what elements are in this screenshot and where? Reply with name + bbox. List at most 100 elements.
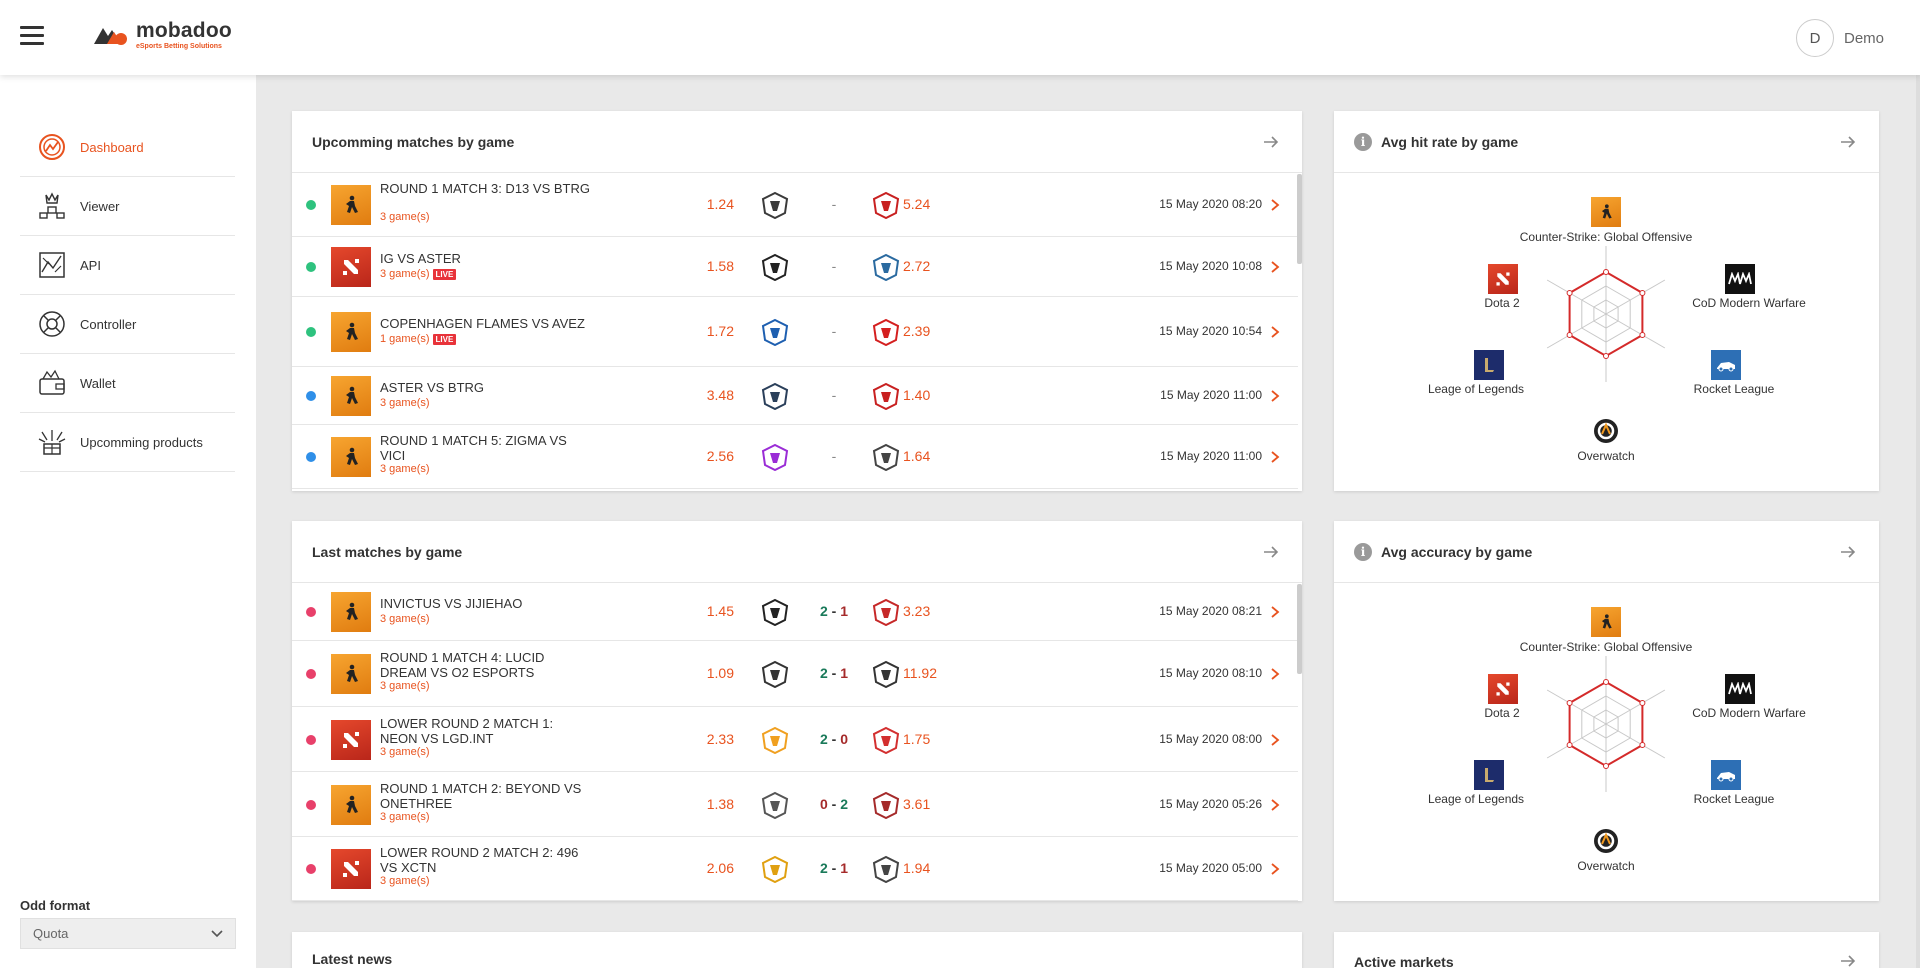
user-menu[interactable]: D Demo [1795, 19, 1884, 57]
sidebar-item-wallet[interactable]: Wallet [20, 354, 235, 413]
arrow-right-icon[interactable] [1839, 133, 1857, 151]
status-dot [306, 327, 316, 337]
accuracy-radar: Counter-Strike: Global Offensive CoD Mode… [1334, 584, 1879, 899]
arrow-right-icon[interactable] [1839, 952, 1857, 968]
team-home-logo-icon [757, 725, 793, 755]
table-row[interactable]: INVICTUS VS JIJIEHAO 3 game(s) 1.45 2 - 1 3.… [292, 583, 1298, 641]
chevron-right-icon[interactable] [1270, 606, 1280, 618]
odd-away[interactable]: 11.92 [903, 665, 963, 681]
csgo-icon [1591, 607, 1621, 637]
match-name: ROUND 1 MATCH 5: ZIGMA VS VICI [380, 433, 567, 463]
match-name: ROUND 1 MATCH 2: BEYOND VS ONETHREE [380, 780, 582, 811]
brand-logo[interactable]: mobadoo eSports Betting Solutions [92, 20, 232, 50]
overwatch-icon [1591, 826, 1621, 856]
status-dot [306, 607, 316, 617]
odd-home[interactable]: 3.48 [684, 387, 734, 403]
odd-away[interactable]: 1.75 [903, 731, 963, 747]
radar-label: Counter-Strike: Global Offensive [1519, 230, 1693, 244]
info-icon[interactable]: i [1354, 132, 1372, 151]
odd-away[interactable]: 3.23 [903, 603, 963, 619]
chevron-right-icon[interactable] [1270, 390, 1280, 402]
sidebar-item-api[interactable]: API [20, 236, 235, 295]
chevron-right-icon[interactable] [1270, 863, 1280, 875]
chevron-right-icon[interactable] [1270, 326, 1280, 338]
upcoming-products-icon [36, 426, 68, 458]
sidebar-item-label: Upcomming products [80, 434, 203, 450]
table-row[interactable]: COPENHAGEN FLAMES VS AVEZ 1 game(s) LIVE 1.… [292, 297, 1298, 367]
table-row[interactable]: LOWER ROUND 2 MATCH 2: 496 VS XCTN 3 game… [292, 837, 1298, 901]
radar-label: Rocket League [1693, 792, 1775, 806]
match-date: 15 May 2020 11:00 [1160, 388, 1262, 402]
sidebar-item-viewer[interactable]: Viewer [20, 177, 235, 236]
table-row[interactable]: IG VS ASTER 3 game(s) LIVE 1.58 - 2.72 15 May … [292, 237, 1298, 297]
hit-rate-radar: Counter-Strike: Global Offensive CoD Mode… [1334, 174, 1879, 489]
odd-away[interactable]: 3.61 [903, 796, 963, 812]
radar-label: Dota 2 [1484, 706, 1520, 720]
radar-spoke [1605, 689, 1666, 725]
odd-home[interactable]: 2.56 [684, 448, 734, 464]
dota-2-icon [1488, 674, 1518, 704]
rocket-league-icon [1711, 760, 1741, 790]
odd-away[interactable]: 1.64 [903, 448, 963, 464]
latest-news-panel: Latest news [292, 932, 1302, 968]
table-row[interactable]: LOWER ROUND 2 MATCH 1: NEON VS LGD.INT 3 … [292, 707, 1298, 772]
chevron-right-icon[interactable] [1270, 451, 1280, 463]
avatar[interactable]: D [1795, 19, 1834, 57]
odd-home[interactable]: 1.58 [684, 258, 734, 274]
chevron-right-icon[interactable] [1270, 798, 1280, 811]
table-row[interactable]: ROUND 1 MATCH 2: BEYOND VS ONETHREE 3 gam… [292, 772, 1298, 837]
panel-title: Last matches by game [312, 543, 463, 560]
odd-away[interactable]: 1.94 [903, 860, 963, 876]
odd-home[interactable]: 1.09 [684, 665, 734, 681]
dota-2-icon [331, 719, 371, 760]
radar-label: Counter-Strike: Global Offensive [1519, 640, 1693, 654]
arrow-right-icon[interactable] [1262, 543, 1280, 561]
match-games: 3 game(s) [380, 211, 430, 223]
page-scrollbar[interactable] [1916, 75, 1920, 968]
table-row[interactable]: ROUND 1 MATCH 3: D13 VS BTRG 3 game(s) 1.2… [292, 173, 1298, 237]
scrollbar[interactable] [1297, 174, 1302, 264]
odd-format-select[interactable]: Quota [20, 918, 236, 949]
sidebar-item-controller[interactable]: Controller [20, 295, 235, 354]
odd-away[interactable]: 2.39 [903, 323, 963, 339]
radar-point [1639, 742, 1646, 748]
versus-separator: - [831, 258, 837, 274]
match-name: IG VS ASTER [380, 251, 461, 266]
odd-home[interactable]: 2.33 [684, 731, 734, 747]
odd-home[interactable]: 2.06 [684, 860, 734, 876]
odd-home[interactable]: 1.45 [684, 603, 734, 619]
user-name[interactable]: Demo [1844, 30, 1884, 47]
odd-home[interactable]: 1.24 [684, 196, 734, 212]
sidebar-item-upcoming-products[interactable]: Upcomming products [20, 413, 235, 472]
live-badge: LIVE [432, 268, 457, 280]
info-icon[interactable]: i [1354, 542, 1372, 561]
match-name: ROUND 1 MATCH 3: D13 VS BTRG [380, 181, 590, 196]
odd-home[interactable]: 1.72 [684, 323, 734, 339]
odd-format-value: Quota [33, 926, 69, 941]
status-dot [306, 864, 316, 874]
csgo-icon [331, 592, 371, 632]
match-games: 3 game(s) [380, 397, 430, 409]
match-date: 15 May 2020 05:00 [1159, 861, 1262, 875]
match-date: 15 May 2020 10:54 [1159, 324, 1262, 338]
chevron-right-icon[interactable] [1270, 261, 1280, 273]
odd-away[interactable]: 5.24 [903, 196, 963, 212]
scrollbar[interactable] [1297, 584, 1302, 674]
team-away-logo-icon [867, 725, 905, 755]
table-row[interactable]: ROUND 1 MATCH 4: LUCID DREAM VS O2 ESPOR… [292, 641, 1298, 707]
odd-away[interactable]: 2.72 [903, 258, 963, 274]
odd-home[interactable]: 1.38 [684, 796, 734, 812]
table-row[interactable]: ROUND 1 MATCH 5: ZIGMA VS VICI 3 game(s) 2… [292, 425, 1298, 489]
panel-title: Latest news [312, 951, 393, 967]
arrow-right-icon[interactable] [1262, 133, 1280, 151]
match-name: INVICTUS VS JIJIEHAO [380, 596, 523, 611]
odd-away[interactable]: 1.40 [903, 387, 963, 403]
menu-icon[interactable] [20, 26, 44, 46]
status-dot [306, 669, 316, 679]
chevron-right-icon[interactable] [1270, 199, 1280, 211]
chevron-right-icon[interactable] [1270, 733, 1280, 746]
table-row[interactable]: ASTER VS BTRG 3 game(s) 3.48 - 1.40 15 May 20… [292, 367, 1298, 425]
sidebar-item-dashboard[interactable]: Dashboard [20, 118, 235, 177]
arrow-right-icon[interactable] [1839, 543, 1857, 561]
chevron-right-icon[interactable] [1270, 668, 1280, 680]
